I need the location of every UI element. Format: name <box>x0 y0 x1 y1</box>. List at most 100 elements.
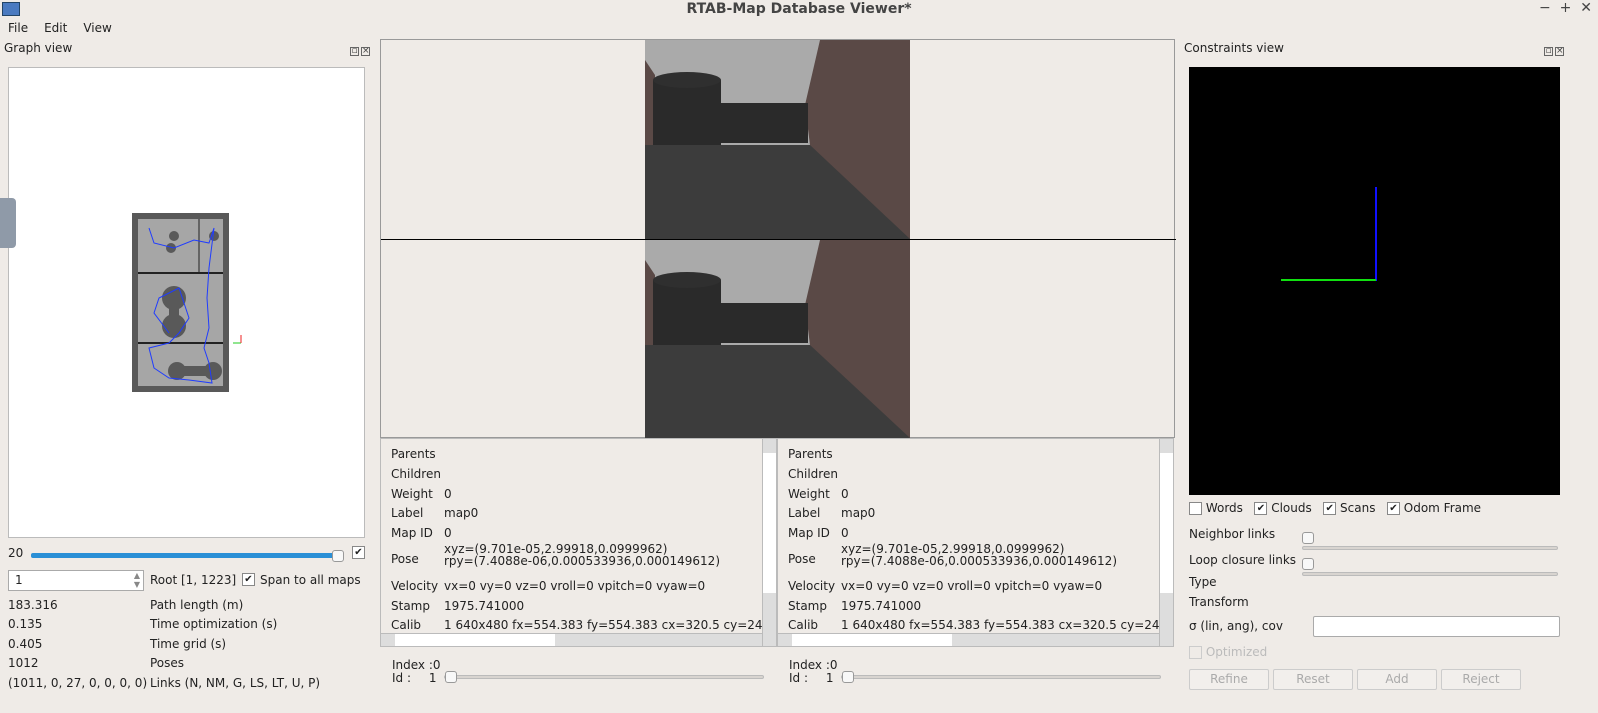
stat-value: 0.405 <box>8 637 43 651</box>
loop-closure-links-slider[interactable] <box>1302 572 1558 576</box>
info-key: Pose <box>391 552 419 566</box>
float-icon[interactable]: ▫ <box>350 47 359 56</box>
index-label-left: Index :0 Id : 1 <box>392 659 441 685</box>
reject-button[interactable]: Reject <box>1441 669 1521 690</box>
menu-view[interactable]: View <box>75 18 119 38</box>
id-value: 1 <box>428 671 437 685</box>
info-key: Pose <box>788 552 816 566</box>
graph-view-title: Graph view <box>4 41 73 55</box>
add-button[interactable]: Add <box>1357 669 1437 690</box>
camera-image-top[interactable] <box>645 40 910 239</box>
checkbox-label: Scans <box>1340 501 1376 515</box>
type-label: Type <box>1189 575 1217 589</box>
vertical-scrollbar[interactable] <box>762 439 776 646</box>
info-key: Label <box>788 506 821 520</box>
info-key: Label <box>391 506 424 520</box>
span-label: Span to all maps <box>260 573 361 587</box>
stat-label: Time optimization (s) <box>150 617 278 631</box>
window-controls: − + ✕ <box>1539 0 1592 16</box>
node-info-left: Parents Children Weight 0 Label map0 Map I… <box>380 438 777 647</box>
close-icon[interactable]: × <box>361 47 370 56</box>
dock-buttons: ▫ × <box>348 42 370 56</box>
info-key: Calib <box>788 618 819 632</box>
vertical-scrollbar[interactable] <box>1159 439 1173 646</box>
optimized-checkbox[interactable] <box>1189 646 1202 659</box>
info-value: 0 <box>841 526 849 540</box>
index-slider-right[interactable] <box>841 675 1161 679</box>
graph-canvas[interactable] <box>8 67 365 538</box>
index-slider-handle[interactable] <box>445 671 457 683</box>
graph-slider-handle[interactable] <box>332 550 344 562</box>
info-key: Weight <box>788 487 830 501</box>
menu-file[interactable]: File <box>0 18 36 38</box>
index-slider-left[interactable] <box>444 675 764 679</box>
menu-edit[interactable]: Edit <box>36 18 75 38</box>
app-icon <box>2 2 20 16</box>
scans-checkbox[interactable]: ✔ <box>1323 502 1337 515</box>
info-value: 1975.741000 <box>841 599 922 613</box>
camera-image-bottom[interactable] <box>645 240 910 438</box>
map-graph <box>132 213 242 392</box>
info-value: 1975.741000 <box>444 599 525 613</box>
horizontal-scrollbar[interactable] <box>381 633 764 646</box>
refine-button[interactable]: Refine <box>1189 669 1269 690</box>
view-checkboxes: Words ✔ Clouds ✔ Scans ✔ Odom Frame <box>1189 501 1481 515</box>
index-slider-handle[interactable] <box>842 671 854 683</box>
maximize-button[interactable]: + <box>1560 0 1572 16</box>
stat-label: Time grid (s) <box>150 637 227 651</box>
neighbor-links-label: Neighbor links <box>1189 527 1276 541</box>
index-label: Index :0 <box>392 658 441 672</box>
info-value: 0 <box>841 487 849 501</box>
info-value: xyz=(9.701e-05,2.99918,0.0999962) rpy=(7.… <box>444 543 720 567</box>
sigma-label: σ (lin, ang), cov <box>1189 619 1283 633</box>
words-checkbox[interactable] <box>1189 502 1202 515</box>
spin-value: 1 <box>15 573 23 587</box>
close-button[interactable]: ✕ <box>1580 0 1592 16</box>
horizontal-scrollbar[interactable] <box>778 633 1161 646</box>
constraints-3d-view[interactable] <box>1189 67 1560 495</box>
checkbox-label: Words <box>1205 501 1243 515</box>
info-value: 0 <box>444 487 452 501</box>
slider-handle[interactable] <box>1302 558 1314 570</box>
float-icon[interactable]: ▫ <box>1544 47 1553 56</box>
constraints-view-title: Constraints view <box>1184 41 1284 55</box>
image-views <box>380 39 1176 438</box>
neighbor-links-slider[interactable] <box>1302 546 1558 550</box>
info-value: 0 <box>444 526 452 540</box>
close-icon[interactable]: × <box>1555 47 1564 56</box>
root-label: Root [1, 1223] <box>150 573 237 587</box>
minimize-button[interactable]: − <box>1539 0 1551 16</box>
graph-slider-checkbox[interactable]: ✔ <box>352 546 365 559</box>
index-label-right: Index :0 Id : 1 <box>789 659 838 685</box>
stat-value: 0.135 <box>8 617 43 631</box>
span-checkbox[interactable]: ✔ <box>242 573 255 586</box>
sigma-input[interactable] <box>1313 616 1560 637</box>
odom-frame-checkbox[interactable]: ✔ <box>1386 502 1400 515</box>
info-value: xyz=(9.701e-05,2.99918,0.0999962) rpy=(7.… <box>841 543 1117 567</box>
info-value: 1 640x480 fx=554.383 fy=554.383 cx=320.5… <box>841 618 1168 632</box>
info-key: Parents <box>391 447 436 461</box>
node-info-right: Parents Children Weight 0 Label map0 Map I… <box>777 438 1174 647</box>
info-key: Map ID <box>391 526 433 540</box>
clouds-checkbox[interactable]: ✔ <box>1254 502 1268 515</box>
stat-label: Path length (m) <box>150 598 244 612</box>
info-key: Stamp <box>788 599 827 613</box>
graph-slider[interactable] <box>31 553 344 558</box>
reset-button[interactable]: Reset <box>1273 669 1353 690</box>
side-handle[interactable] <box>0 198 16 248</box>
stat-value: (1011, 0, 27, 0, 0, 0, 0) <box>8 676 148 690</box>
info-value: map0 <box>444 506 479 520</box>
z-axis <box>1375 187 1377 281</box>
x-axis <box>1281 279 1376 281</box>
info-key: Velocity <box>788 579 836 593</box>
dock-buttons: ▫ × <box>1542 42 1564 56</box>
info-key: Calib <box>391 618 422 632</box>
info-value: 1 640x480 fx=554.383 fy=554.383 cx=320.5… <box>444 618 771 632</box>
info-value: map0 <box>841 506 876 520</box>
info-key: Weight <box>391 487 433 501</box>
checkbox-label: Clouds <box>1271 501 1312 515</box>
id-label: Id : <box>392 671 412 685</box>
slider-handle[interactable] <box>1302 532 1314 544</box>
root-spinbox[interactable]: 1 ▲ ▼ <box>8 570 144 591</box>
id-label: Id : <box>789 671 809 685</box>
